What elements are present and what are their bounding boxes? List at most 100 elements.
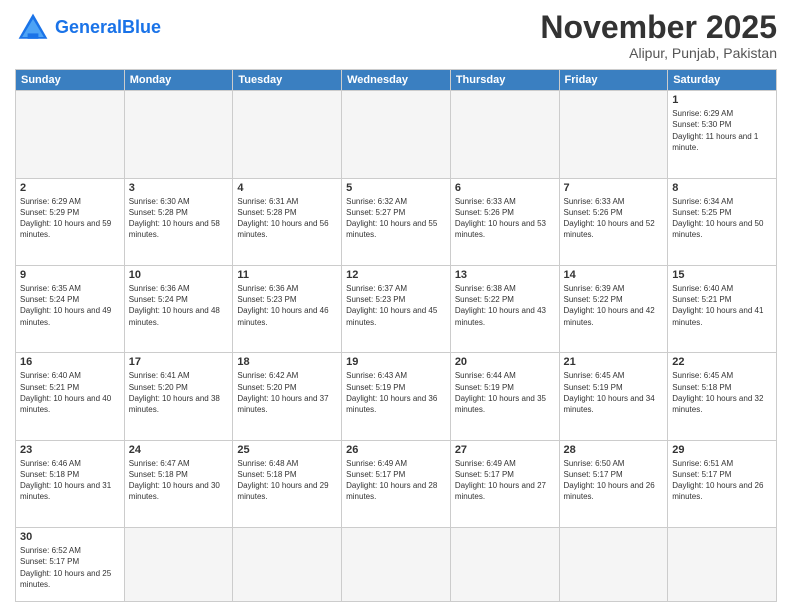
day-info: Sunrise: 6:47 AM Sunset: 5:18 PM Dayligh…	[129, 458, 229, 503]
day-info: Sunrise: 6:45 AM Sunset: 5:18 PM Dayligh…	[672, 370, 772, 415]
day-info: Sunrise: 6:32 AM Sunset: 5:27 PM Dayligh…	[346, 196, 446, 241]
day-info: Sunrise: 6:38 AM Sunset: 5:22 PM Dayligh…	[455, 283, 555, 328]
day-info: Sunrise: 6:51 AM Sunset: 5:17 PM Dayligh…	[672, 458, 772, 503]
table-row	[342, 91, 451, 178]
day-number: 20	[455, 356, 555, 368]
table-row: 1 Sunrise: 6:29 AM Sunset: 5:30 PM Daylig…	[668, 91, 777, 178]
day-number: 9	[20, 269, 120, 281]
table-row: 10Sunrise: 6:36 AM Sunset: 5:24 PM Dayli…	[124, 266, 233, 353]
table-row: 26 Sunrise: 6:49 AM Sunset: 5:17 PM Dayli…	[342, 440, 451, 527]
day-number: 27	[455, 444, 555, 456]
header-tuesday: Tuesday	[233, 70, 342, 91]
table-row	[342, 528, 451, 602]
table-row	[559, 91, 668, 178]
table-row: 20 Sunrise: 6:44 AM Sunset: 5:19 PM Dayli…	[450, 353, 559, 440]
logo: GeneralBlue	[15, 10, 161, 46]
table-row	[124, 91, 233, 178]
table-row: 16 Sunrise: 6:40 AM Sunset: 5:21 PM Dayli…	[16, 353, 125, 440]
table-row: 17 Sunrise: 6:41 AM Sunset: 5:20 PM Dayli…	[124, 353, 233, 440]
table-row: 3 Sunrise: 6:30 AM Sunset: 5:28 PM Daylig…	[124, 178, 233, 265]
day-number: 30	[20, 531, 120, 543]
logo-general: General	[55, 17, 122, 37]
day-info: Sunrise: 6:42 AM Sunset: 5:20 PM Dayligh…	[237, 370, 337, 415]
header-friday: Friday	[559, 70, 668, 91]
table-row: 7Sunrise: 6:33 AM Sunset: 5:26 PM Daylig…	[559, 178, 668, 265]
table-row	[450, 528, 559, 602]
page: GeneralBlue November 2025 Alipur, Punjab…	[0, 0, 792, 612]
day-number: 19	[346, 356, 446, 368]
day-info: Sunrise: 6:33 AM Sunset: 5:26 PM Dayligh…	[455, 196, 555, 241]
logo-icon	[15, 10, 51, 46]
table-row: 18Sunrise: 6:42 AM Sunset: 5:20 PM Dayli…	[233, 353, 342, 440]
day-number: 11	[237, 269, 337, 281]
day-number: 16	[20, 356, 120, 368]
day-info: Sunrise: 6:48 AM Sunset: 5:18 PM Dayligh…	[237, 458, 337, 503]
table-row: 25Sunrise: 6:48 AM Sunset: 5:18 PM Dayli…	[233, 440, 342, 527]
header-wednesday: Wednesday	[342, 70, 451, 91]
day-info: Sunrise: 6:41 AM Sunset: 5:20 PM Dayligh…	[129, 370, 229, 415]
day-number: 29	[672, 444, 772, 456]
table-row: 29 Sunrise: 6:51 AM Sunset: 5:17 PM Dayli…	[668, 440, 777, 527]
day-info: Sunrise: 6:36 AM Sunset: 5:23 PM Dayligh…	[237, 283, 337, 328]
table-row: 27 Sunrise: 6:49 AM Sunset: 5:17 PM Dayli…	[450, 440, 559, 527]
day-number: 14	[564, 269, 664, 281]
title-block: November 2025 Alipur, Punjab, Pakistan	[540, 10, 777, 61]
table-row: 15Sunrise: 6:40 AM Sunset: 5:21 PM Dayli…	[668, 266, 777, 353]
table-row	[124, 528, 233, 602]
day-info: Sunrise: 6:49 AM Sunset: 5:17 PM Dayligh…	[346, 458, 446, 503]
day-number: 21	[564, 356, 664, 368]
day-info: Sunrise: 6:37 AM Sunset: 5:23 PM Dayligh…	[346, 283, 446, 328]
day-number: 1	[672, 94, 772, 106]
day-number: 8	[672, 182, 772, 194]
table-row: 9 Sunrise: 6:35 AM Sunset: 5:24 PM Daylig…	[16, 266, 125, 353]
table-row: 5 Sunrise: 6:32 AM Sunset: 5:27 PM Daylig…	[342, 178, 451, 265]
day-info: Sunrise: 6:46 AM Sunset: 5:18 PM Dayligh…	[20, 458, 120, 503]
subtitle: Alipur, Punjab, Pakistan	[540, 45, 777, 61]
day-info: Sunrise: 6:29 AM Sunset: 5:30 PM Dayligh…	[672, 108, 772, 153]
day-number: 22	[672, 356, 772, 368]
day-info: Sunrise: 6:35 AM Sunset: 5:24 PM Dayligh…	[20, 283, 120, 328]
table-row	[16, 91, 125, 178]
logo-blue: Blue	[122, 17, 161, 37]
table-row: 8Sunrise: 6:34 AM Sunset: 5:25 PM Daylig…	[668, 178, 777, 265]
table-row: 13 Sunrise: 6:38 AM Sunset: 5:22 PM Dayli…	[450, 266, 559, 353]
day-info: Sunrise: 6:50 AM Sunset: 5:17 PM Dayligh…	[564, 458, 664, 503]
table-row	[233, 528, 342, 602]
table-row: 28 Sunrise: 6:50 AM Sunset: 5:17 PM Dayli…	[559, 440, 668, 527]
day-info: Sunrise: 6:30 AM Sunset: 5:28 PM Dayligh…	[129, 196, 229, 241]
day-number: 5	[346, 182, 446, 194]
table-row: 22 Sunrise: 6:45 AM Sunset: 5:18 PM Dayli…	[668, 353, 777, 440]
header-sunday: Sunday	[16, 70, 125, 91]
day-number: 13	[455, 269, 555, 281]
table-row	[559, 528, 668, 602]
day-number: 26	[346, 444, 446, 456]
table-row: 24Sunrise: 6:47 AM Sunset: 5:18 PM Dayli…	[124, 440, 233, 527]
main-title: November 2025	[540, 10, 777, 45]
day-info: Sunrise: 6:44 AM Sunset: 5:19 PM Dayligh…	[455, 370, 555, 415]
header-monday: Monday	[124, 70, 233, 91]
table-row	[668, 528, 777, 602]
table-row: 4Sunrise: 6:31 AM Sunset: 5:28 PM Daylig…	[233, 178, 342, 265]
table-row	[450, 91, 559, 178]
table-row: 30Sunrise: 6:52 AM Sunset: 5:17 PM Dayli…	[16, 528, 125, 602]
day-number: 15	[672, 269, 772, 281]
table-row: 14 Sunrise: 6:39 AM Sunset: 5:22 PM Dayli…	[559, 266, 668, 353]
table-row: 19 Sunrise: 6:43 AM Sunset: 5:19 PM Dayli…	[342, 353, 451, 440]
table-row: 2Sunrise: 6:29 AM Sunset: 5:29 PM Daylig…	[16, 178, 125, 265]
day-number: 6	[455, 182, 555, 194]
day-info: Sunrise: 6:43 AM Sunset: 5:19 PM Dayligh…	[346, 370, 446, 415]
day-number: 4	[237, 182, 337, 194]
logo-text: GeneralBlue	[55, 18, 161, 38]
day-number: 3	[129, 182, 229, 194]
day-info: Sunrise: 6:39 AM Sunset: 5:22 PM Dayligh…	[564, 283, 664, 328]
table-row: 6 Sunrise: 6:33 AM Sunset: 5:26 PM Daylig…	[450, 178, 559, 265]
table-row: 23Sunrise: 6:46 AM Sunset: 5:18 PM Dayli…	[16, 440, 125, 527]
header-thursday: Thursday	[450, 70, 559, 91]
day-info: Sunrise: 6:33 AM Sunset: 5:26 PM Dayligh…	[564, 196, 664, 241]
table-row: 12Sunrise: 6:37 AM Sunset: 5:23 PM Dayli…	[342, 266, 451, 353]
weekday-header-row: Sunday Monday Tuesday Wednesday Thursday…	[16, 70, 777, 91]
day-number: 17	[129, 356, 229, 368]
day-number: 28	[564, 444, 664, 456]
day-info: Sunrise: 6:49 AM Sunset: 5:17 PM Dayligh…	[455, 458, 555, 503]
day-info: Sunrise: 6:40 AM Sunset: 5:21 PM Dayligh…	[20, 370, 120, 415]
